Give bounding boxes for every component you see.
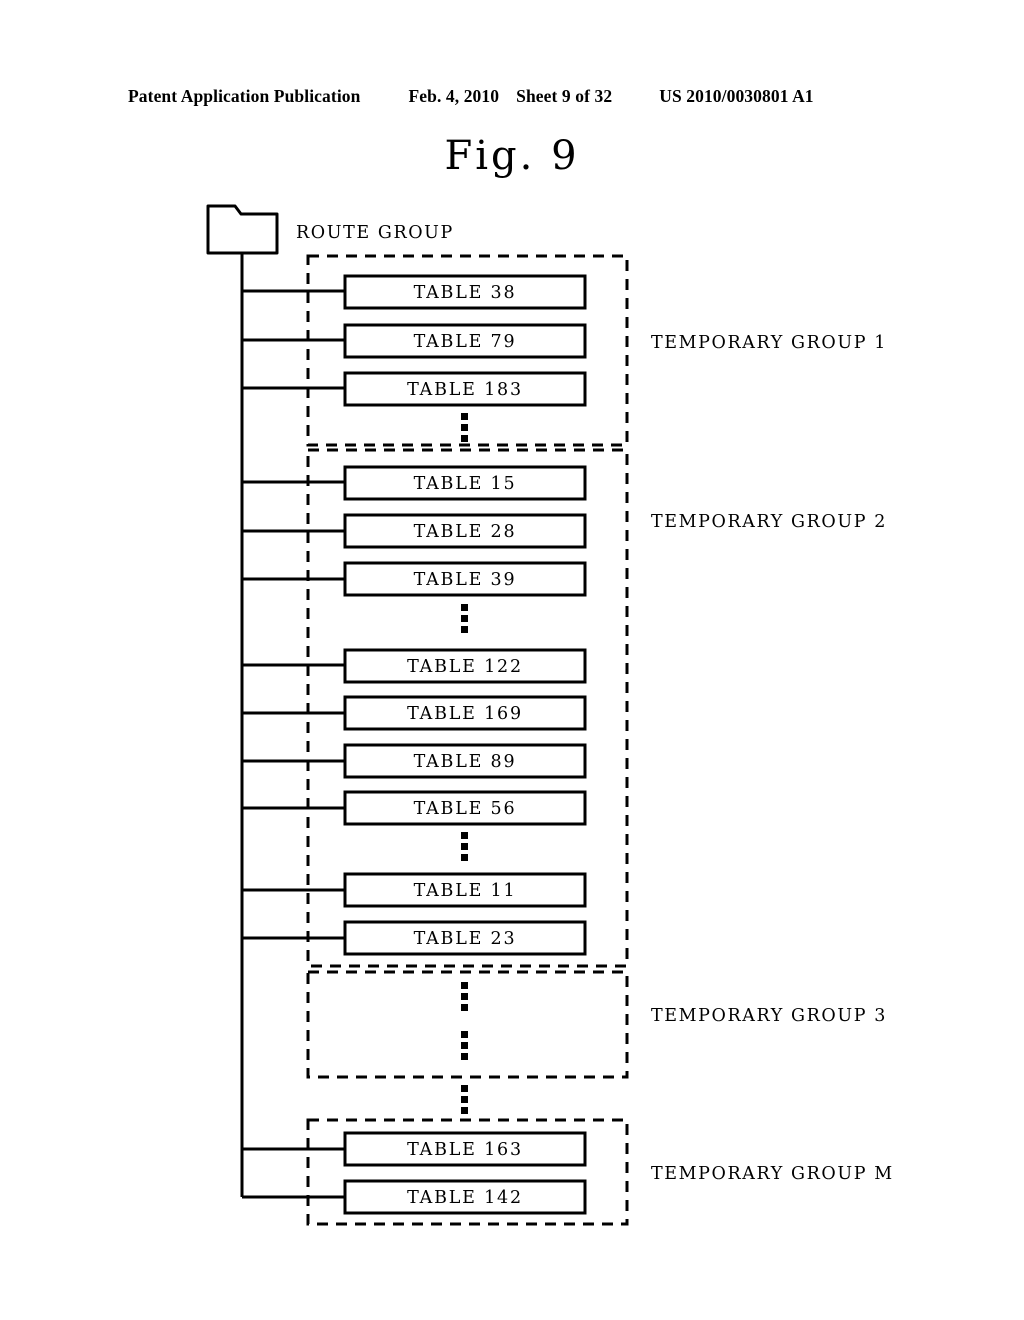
table-box-label: TABLE 79 (414, 332, 517, 352)
table-box-label: TABLE 23 (414, 929, 517, 949)
table-box[interactable]: TABLE 15 (343, 465, 587, 501)
table-box-label: TABLE 183 (407, 380, 523, 400)
table-box-label: TABLE 163 (407, 1140, 523, 1160)
figure-drawing: ROUTE GROUP TABLE 38 TABLE 79 TABLE 183 (0, 0, 1024, 1320)
vertical-ellipsis-icon (461, 413, 468, 442)
table-box[interactable]: TABLE 38 (343, 274, 587, 310)
table-box[interactable]: TABLE 169 (343, 695, 587, 731)
table-box[interactable]: TABLE 79 (343, 323, 587, 359)
table-box-label: TABLE 28 (414, 522, 517, 542)
folder-icon (206, 204, 279, 255)
table-box-label: TABLE 15 (414, 474, 517, 494)
table-box-label: TABLE 169 (407, 704, 523, 724)
table-box[interactable]: TABLE 11 (343, 872, 587, 908)
table-box-label: TABLE 38 (414, 283, 517, 303)
table-box-label: TABLE 56 (414, 799, 517, 819)
table-box[interactable]: TABLE 122 (343, 648, 587, 684)
table-box-label: TABLE 122 (407, 657, 523, 677)
vertical-ellipsis-icon (461, 604, 468, 633)
table-box[interactable]: TABLE 39 (343, 561, 587, 597)
table-box[interactable]: TABLE 183 (343, 371, 587, 407)
table-box-label: TABLE 11 (414, 881, 517, 901)
vertical-ellipsis-icon (461, 1031, 468, 1060)
group-2-label: TEMPORARY GROUP 2 (651, 512, 887, 532)
route-group-label: ROUTE GROUP (296, 223, 454, 243)
table-box-label: TABLE 89 (414, 752, 517, 772)
vertical-ellipsis-icon (461, 1085, 468, 1114)
vertical-ellipsis-icon (461, 832, 468, 861)
group-3-label: TEMPORARY GROUP 3 (651, 1006, 887, 1026)
table-box[interactable]: TABLE 163 (343, 1131, 587, 1167)
group-m-label: TEMPORARY GROUP M (651, 1164, 894, 1184)
vertical-ellipsis-icon (461, 982, 468, 1011)
table-box-label: TABLE 142 (407, 1188, 523, 1208)
table-box[interactable]: TABLE 23 (343, 920, 587, 956)
table-box[interactable]: TABLE 89 (343, 743, 587, 779)
table-box[interactable]: TABLE 28 (343, 513, 587, 549)
table-box[interactable]: TABLE 56 (343, 790, 587, 826)
table-box-label: TABLE 39 (414, 570, 517, 590)
table-box[interactable]: TABLE 142 (343, 1179, 587, 1215)
group-1-label: TEMPORARY GROUP 1 (651, 333, 887, 353)
